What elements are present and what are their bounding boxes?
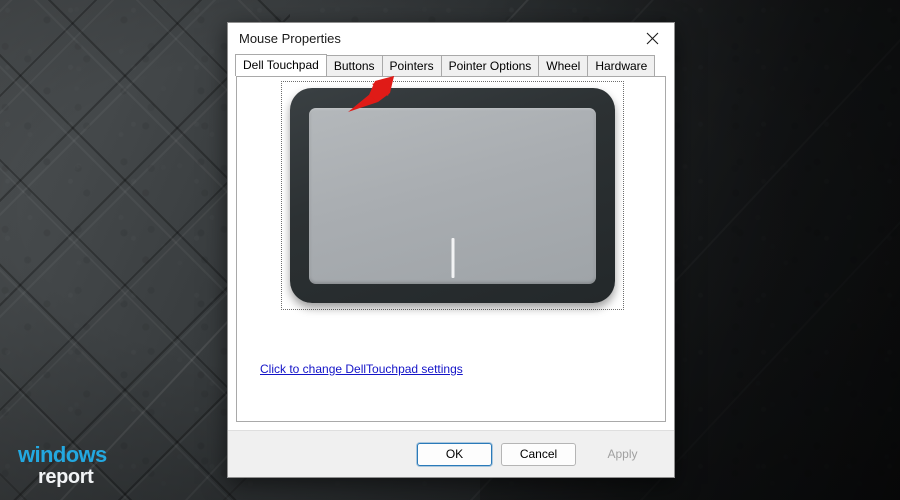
watermark-line-report: report <box>38 466 94 488</box>
cancel-button-label: Cancel <box>519 447 558 461</box>
tab-label: Buttons <box>333 59 375 73</box>
tab-label: Pointers <box>389 59 434 73</box>
dialog-titlebar: Mouse Properties <box>228 23 674 54</box>
tab-strip: Dell Touchpad Buttons Pointers Pointer O… <box>228 54 674 76</box>
touchpad-button-divider <box>451 237 454 278</box>
watermark-line-windows: windows <box>18 442 107 467</box>
ok-button-label: OK <box>445 447 464 461</box>
tab-pointer-options[interactable]: Pointer Options <box>440 55 540 76</box>
tab-wheel[interactable]: Wheel <box>538 55 589 76</box>
tab-pointers[interactable]: Pointers <box>381 55 442 76</box>
tab-panel-dell-touchpad: Click to change DellTouchpad settings <box>236 76 666 422</box>
tab-hardware[interactable]: Hardware <box>587 55 656 76</box>
mouse-properties-dialog: Mouse Properties Dell Touchpad Buttons P… <box>227 22 675 478</box>
tab-label: Dell Touchpad <box>243 58 319 72</box>
touchpad-surface <box>309 107 596 284</box>
touchpad-image-focus-outline[interactable] <box>281 81 624 310</box>
dell-touchpad-illustration[interactable] <box>290 88 615 303</box>
dialog-title: Mouse Properties <box>239 31 341 46</box>
cancel-button[interactable]: Cancel <box>501 442 576 466</box>
tab-label: Pointer Options <box>448 59 532 73</box>
dialog-button-bar: OK Cancel Apply <box>228 430 674 477</box>
close-button[interactable] <box>630 23 674 54</box>
tab-dell-touchpad[interactable]: Dell Touchpad <box>235 54 327 76</box>
windows-report-watermark: windows report <box>18 442 107 488</box>
close-icon <box>646 32 659 45</box>
tab-label: Hardware <box>595 59 648 73</box>
tab-label: Wheel <box>546 59 581 73</box>
change-touchpad-settings-link[interactable]: Click to change DellTouchpad settings <box>260 362 463 376</box>
ok-button[interactable]: OK <box>417 442 492 466</box>
apply-button-label: Apply <box>607 447 638 461</box>
tab-buttons[interactable]: Buttons <box>325 55 383 76</box>
apply-button: Apply <box>585 442 660 466</box>
